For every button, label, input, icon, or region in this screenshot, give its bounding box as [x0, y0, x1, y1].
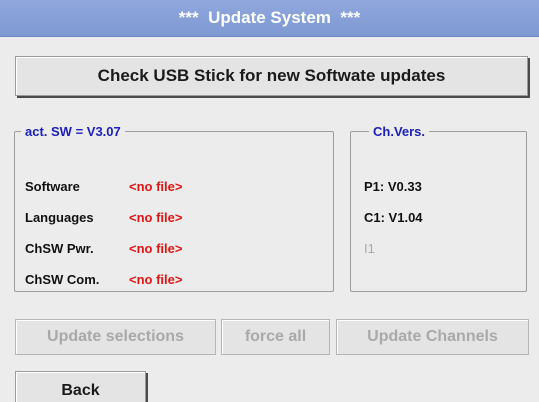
chsw-pwr-label: ChSW Pwr. — [25, 241, 94, 256]
channel-group-legend: Ch.Vers. — [373, 124, 426, 139]
chsw-pwr-row: ChSW Pwr. <no file> — [25, 241, 182, 256]
languages-label: Languages — [25, 210, 94, 225]
chsw-com-value: <no file> — [129, 272, 183, 287]
software-version-group: act. SW = V3.07 Software <no file> Langua… — [14, 124, 334, 292]
chsw-pwr-value: <no file> — [129, 241, 183, 256]
title-bar: *** Update System *** — [0, 0, 539, 37]
title-stars-left: *** — [178, 8, 199, 27]
check-usb-button[interactable]: Check USB Stick for new Softwate updates — [15, 56, 528, 96]
languages-value: <no file> — [129, 210, 183, 225]
back-button[interactable]: Back — [15, 371, 146, 402]
software-label: Software — [25, 179, 80, 194]
page-title: Update System — [208, 8, 331, 27]
software-group-legend: act. SW = V3.07 — [25, 124, 121, 139]
software-row: Software <no file> — [25, 179, 182, 194]
channel-p1-version: P1: V0.33 — [364, 179, 422, 194]
software-value: <no file> — [129, 179, 183, 194]
channel-version-group: Ch.Vers. P1: V0.33 C1: V1.04 I1 — [350, 124, 527, 292]
update-system-screen: *** Update System *** Check USB Stick fo… — [0, 0, 539, 402]
channel-c1-version: C1: V1.04 — [364, 210, 423, 225]
update-channels-button[interactable]: Update Channels — [336, 319, 529, 355]
force-all-button[interactable]: force all — [221, 319, 330, 355]
chsw-com-row: ChSW Com. <no file> — [25, 272, 182, 287]
title-stars-right: *** — [340, 8, 361, 27]
languages-row: Languages <no file> — [25, 210, 182, 225]
channel-i1-version: I1 — [364, 241, 375, 256]
update-selections-button[interactable]: Update selections — [15, 319, 216, 355]
chsw-com-label: ChSW Com. — [25, 272, 100, 287]
